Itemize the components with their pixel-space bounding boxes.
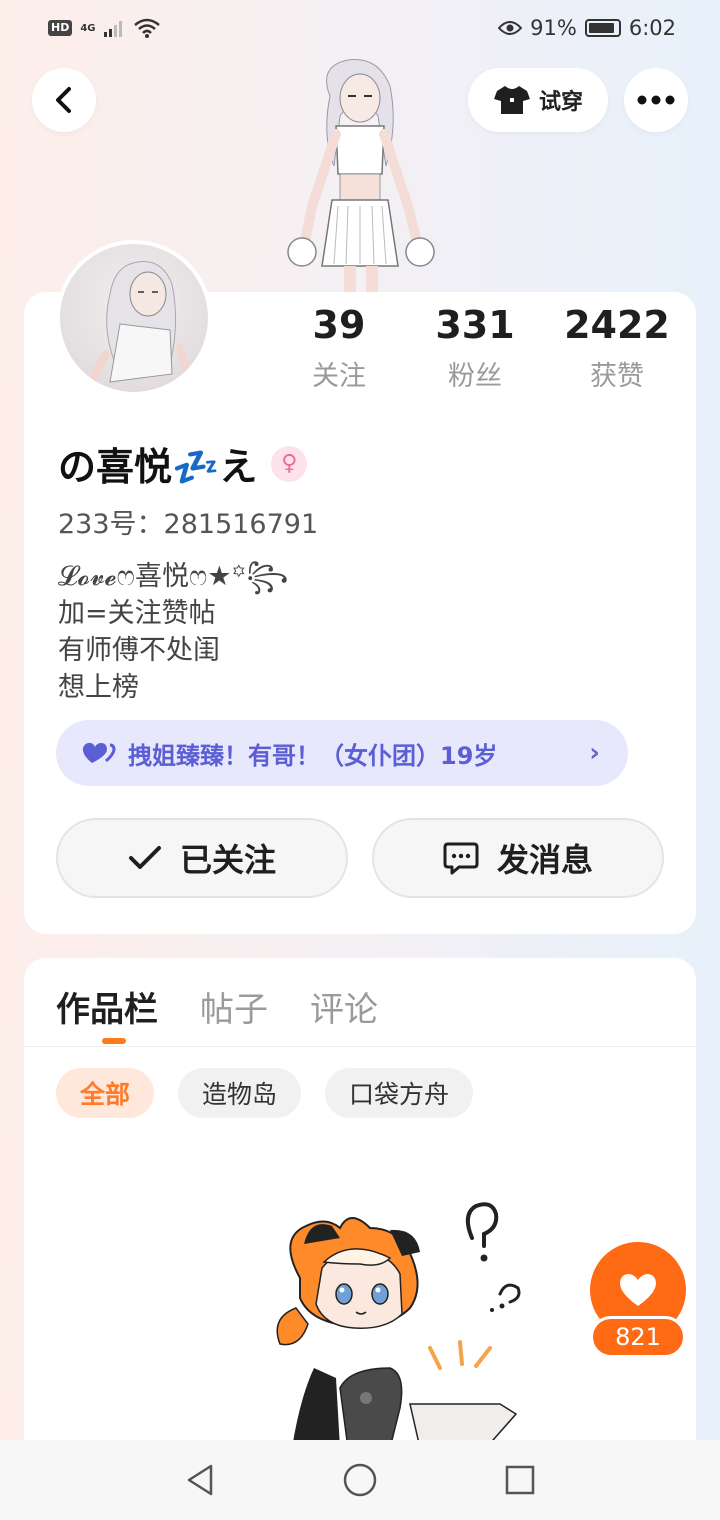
try-on-button[interactable]: 试穿: [468, 68, 608, 132]
content-tabs: 作品栏 帖子 评论: [56, 982, 378, 1031]
bio-line: 有师傅不处闺: [58, 635, 220, 666]
character-figure[interactable]: [278, 56, 442, 296]
nav-home-button[interactable]: [342, 1462, 378, 1498]
works-card: 作品栏 帖子 评论 全部 造物岛 口袋方舟: [24, 958, 696, 1518]
system-nav-bar: [0, 1440, 720, 1520]
circle-home-icon: [343, 1463, 377, 1497]
stat-following[interactable]: 39 关注: [264, 302, 414, 393]
filter-chips: 全部 造物岛 口袋方舟: [56, 1068, 474, 1118]
square-recents-icon: [505, 1465, 535, 1495]
stat-value: 2422: [564, 303, 670, 347]
bio-line: 加=关注赞帖: [58, 598, 216, 629]
stat-value: 39: [312, 303, 366, 347]
stat-label: 粉丝: [448, 361, 502, 392]
status-bar: HD 4G 91% 6:02: [0, 0, 720, 58]
back-button[interactable]: [32, 68, 96, 132]
stat-label: 关注: [312, 361, 366, 392]
bio-line: 想上榜: [58, 672, 139, 703]
avatar[interactable]: [56, 240, 212, 396]
battery-percent: 91%: [530, 16, 577, 40]
hd-badge: HD: [48, 20, 73, 36]
chat-icon: [443, 842, 479, 875]
chevron-right-icon: ›: [589, 738, 600, 768]
tab-posts[interactable]: 帖子: [200, 982, 268, 1031]
chip-creation-island[interactable]: 造物岛: [178, 1068, 302, 1118]
nickname-row: の喜悦💤え ♀: [58, 436, 308, 491]
back-icon: [56, 87, 71, 113]
active-tab-indicator: [102, 1038, 126, 1044]
user-id[interactable]: 233号：281516791: [58, 502, 318, 541]
clock: 6:02: [628, 16, 676, 40]
heart-group-icon: [82, 742, 116, 763]
send-message-button[interactable]: 发消息: [372, 818, 664, 898]
stat-likes: 2422 获赞: [542, 302, 692, 393]
stat-value: 331: [435, 303, 515, 347]
like-count: 821: [590, 1316, 686, 1358]
bio: 𝓛𝓸𝓿𝓮ෆ喜悦ෆ★꙳꧂ 加=关注赞帖 有师傅不处闺 想上榜: [58, 558, 288, 706]
stats-row: 39 关注 331 粉丝 2422 获赞: [264, 302, 684, 398]
stat-followers[interactable]: 331 粉丝: [400, 302, 550, 393]
wifi-icon: [133, 18, 160, 38]
group-link[interactable]: 拽姐臻臻！有哥！（女仆团）19岁 ›: [56, 720, 628, 786]
eye-icon: [498, 21, 523, 35]
nav-recents-button[interactable]: [502, 1462, 538, 1498]
tab-divider: [24, 1046, 696, 1047]
try-on-label: 试穿: [538, 90, 583, 115]
heart-icon: [620, 1274, 656, 1306]
chip-pocket-ark[interactable]: 口袋方舟: [325, 1068, 474, 1118]
triangle-back-icon: [187, 1464, 213, 1496]
nickname: の喜悦💤え: [58, 445, 258, 489]
battery-icon: [584, 19, 621, 37]
status-left: HD 4G: [48, 18, 160, 38]
tab-works[interactable]: 作品栏: [56, 982, 158, 1031]
group-label: 拽姐臻臻！有哥！（女仆团）19岁: [128, 741, 498, 770]
followed-label: 已关注: [179, 841, 276, 879]
empty-state-mascot: [276, 1202, 521, 1448]
network-type: 4G: [80, 22, 96, 34]
chip-all[interactable]: 全部: [56, 1068, 155, 1118]
check-icon: [128, 846, 161, 869]
more-icon: [637, 95, 675, 105]
signal-icon: [103, 21, 122, 37]
female-icon: ♀: [271, 445, 308, 482]
send-message-label: 发消息: [496, 841, 593, 879]
status-right: 91% 6:02: [498, 16, 676, 40]
bio-line: 𝓛𝓸𝓿𝓮ෆ喜悦ෆ★꙳꧂: [58, 561, 289, 592]
avatar-image: [86, 261, 194, 388]
followed-button[interactable]: 已关注: [56, 818, 348, 898]
more-button[interactable]: [624, 68, 688, 132]
nav-back-button[interactable]: [182, 1462, 218, 1498]
stat-label: 获赞: [590, 361, 644, 392]
shirt-icon: [493, 86, 530, 114]
tab-comments[interactable]: 评论: [310, 982, 378, 1031]
